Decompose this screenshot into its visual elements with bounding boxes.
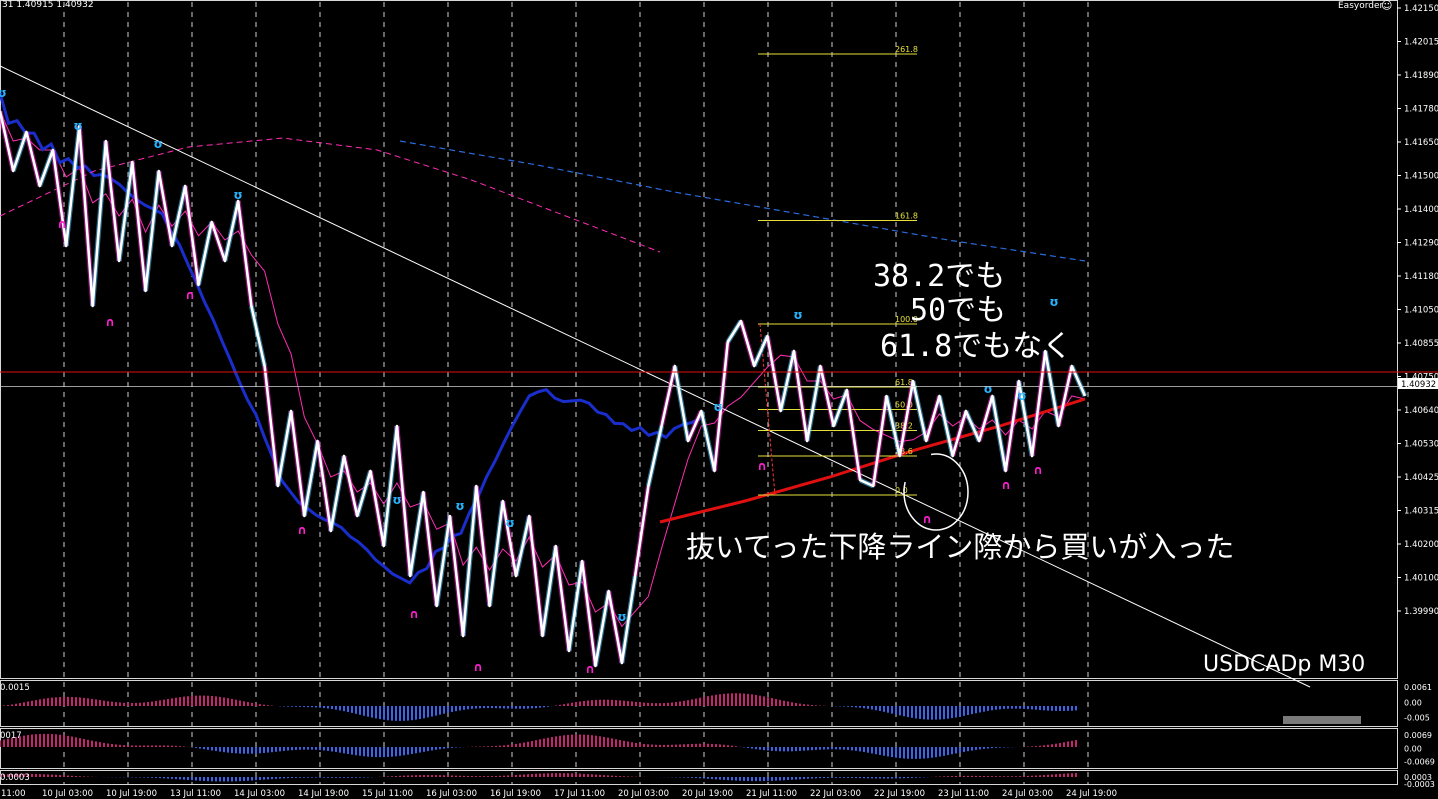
buy-arrow-icon: ʊ — [233, 188, 242, 202]
x-tick-label: 11:00 — [1, 789, 26, 799]
y-tick-label: 1.41290 — [1404, 239, 1438, 249]
oscillator-tick-label: -0.005 — [1404, 714, 1430, 723]
sell-arrow-icon: ∩ — [105, 315, 115, 329]
sell-arrow-icon: ∩ — [57, 217, 67, 231]
price-chart[interactable]: 261.8161.8100.061.850.038.223.60.0 ʊʊʊʊʊ… — [0, 0, 1438, 799]
buy-arrow-icon: ʊ — [0, 86, 7, 100]
sell-arrow-icon: ∩ — [1033, 463, 1043, 477]
sell-arrow-icon: ∩ — [409, 607, 419, 621]
y-tick-label: 1.41400 — [1404, 205, 1438, 215]
sell-arrow-icon: ∩ — [1001, 478, 1011, 492]
sell-arrow-icon: ∩ — [922, 512, 932, 526]
x-tick-label: 22 Jul 03:00 — [810, 789, 861, 799]
oscillator-label: 0017 — [0, 731, 22, 741]
annotation-fib-50: 50でも — [910, 293, 1006, 328]
x-tick-label: 14 Jul 03:00 — [234, 789, 285, 799]
sell-arrow-icon: ∩ — [585, 662, 595, 676]
buy-arrow-icon: ʊ — [617, 610, 626, 624]
y-tick-label: 1.40640 — [1404, 406, 1438, 416]
oscillator-label: 0.0015 — [0, 683, 30, 693]
buy-arrow-icon: ʊ — [793, 308, 802, 322]
x-tick-label: 23 Jul 11:00 — [938, 789, 989, 799]
oscillator-tick-label: -0.0003 — [1404, 780, 1435, 789]
buy-arrow-icon: ʊ — [713, 400, 722, 414]
y-tick-label: 1.41650 — [1404, 138, 1438, 148]
oscillator-tick-label: 0.0061 — [1404, 683, 1432, 692]
annotation-fib-382: 38.2でも — [873, 259, 1005, 294]
buy-arrow-icon: ʊ — [153, 137, 162, 151]
oscillator-label: 0.0003 — [0, 773, 30, 783]
y-tick-label: 1.40855 — [1404, 339, 1438, 349]
y-tick-label: 1.42015 — [1404, 38, 1438, 48]
oscillator-tick-label: -0.0069 — [1404, 758, 1435, 767]
symbol-timeframe-label: USDCADp M30 — [1203, 652, 1365, 677]
oscillator-tick-label: 0.0069 — [1404, 731, 1432, 740]
y-tick-label: 1.40425 — [1404, 473, 1438, 483]
x-tick-label: 20 Jul 03:00 — [618, 789, 669, 799]
buy-arrow-icon: ʊ — [455, 499, 464, 513]
annotation-fib-618: 61.8でもなく — [880, 329, 1072, 364]
buy-arrow-icon: ʊ — [983, 382, 992, 396]
fib-level-label: 261.8 — [895, 45, 918, 54]
y-tick-label: 1.39990 — [1404, 607, 1438, 617]
sell-arrow-icon: ∩ — [297, 523, 307, 537]
sell-arrow-icon: ∩ — [757, 459, 767, 473]
x-tick-label: 20 Jul 19:00 — [682, 789, 733, 799]
x-tick-label: 24 Jul 03:00 — [1002, 789, 1053, 799]
y-tick-label: 1.40100 — [1404, 574, 1438, 584]
oscillator-tick-label: 0.00 — [1404, 744, 1422, 753]
ohlc-header: 31 1.40915 1.40932 — [2, 0, 94, 10]
x-tick-label: 21 Jul 11:00 — [746, 789, 797, 799]
oscillator-status-box — [1283, 716, 1361, 724]
buy-arrow-icon: ʊ — [392, 493, 401, 507]
y-tick-label: 1.41500 — [1404, 172, 1438, 182]
x-tick-label: 10 Jul 19:00 — [106, 789, 157, 799]
y-tick-label: 1.41780 — [1404, 105, 1438, 115]
y-tick-label: 1.40530 — [1404, 440, 1438, 450]
smiley-icon: ☺ — [1381, 0, 1392, 12]
y-tick-label: 1.41050 — [1404, 306, 1438, 316]
x-tick-label: 16 Jul 19:00 — [490, 789, 541, 799]
buy-arrow-icon: ʊ — [505, 516, 514, 530]
current-price-label: 1.40932 — [1401, 380, 1436, 390]
buy-arrow-icon: ʊ — [73, 119, 82, 133]
x-tick-label: 17 Jul 11:00 — [554, 789, 605, 799]
sell-arrow-icon: ∩ — [185, 288, 195, 302]
y-tick-label: 1.41890 — [1404, 71, 1438, 81]
x-tick-label: 16 Jul 03:00 — [426, 789, 477, 799]
y-tick-label: 1.41180 — [1404, 272, 1438, 282]
oscillator-tick-label: 0.00 — [1404, 698, 1422, 707]
y-tick-label: 1.40200 — [1404, 540, 1438, 550]
broker-label: Easyorder — [1338, 1, 1384, 11]
fib-level-label: 161.8 — [895, 212, 918, 221]
x-tick-label: 13 Jul 11:00 — [170, 789, 221, 799]
y-tick-label: 1.40315 — [1404, 507, 1438, 517]
x-tick-label: 24 Jul 19:00 — [1066, 789, 1117, 799]
sell-arrow-icon: ∩ — [473, 660, 483, 674]
x-tick-label: 22 Jul 19:00 — [874, 789, 925, 799]
annotation-entry-note: 抜いてった下降ライン際から買いが入った — [686, 530, 1234, 564]
x-tick-label: 10 Jul 03:00 — [42, 789, 93, 799]
fib-level-label: 0.0 — [895, 486, 908, 495]
buy-arrow-icon: ʊ — [1049, 295, 1058, 309]
y-tick-label: 1.42150 — [1404, 4, 1438, 14]
x-tick-label: 14 Jul 19:00 — [298, 789, 349, 799]
x-tick-label: 15 Jul 11:00 — [362, 789, 413, 799]
buy-arrow-icon: ʊ — [1017, 389, 1026, 403]
